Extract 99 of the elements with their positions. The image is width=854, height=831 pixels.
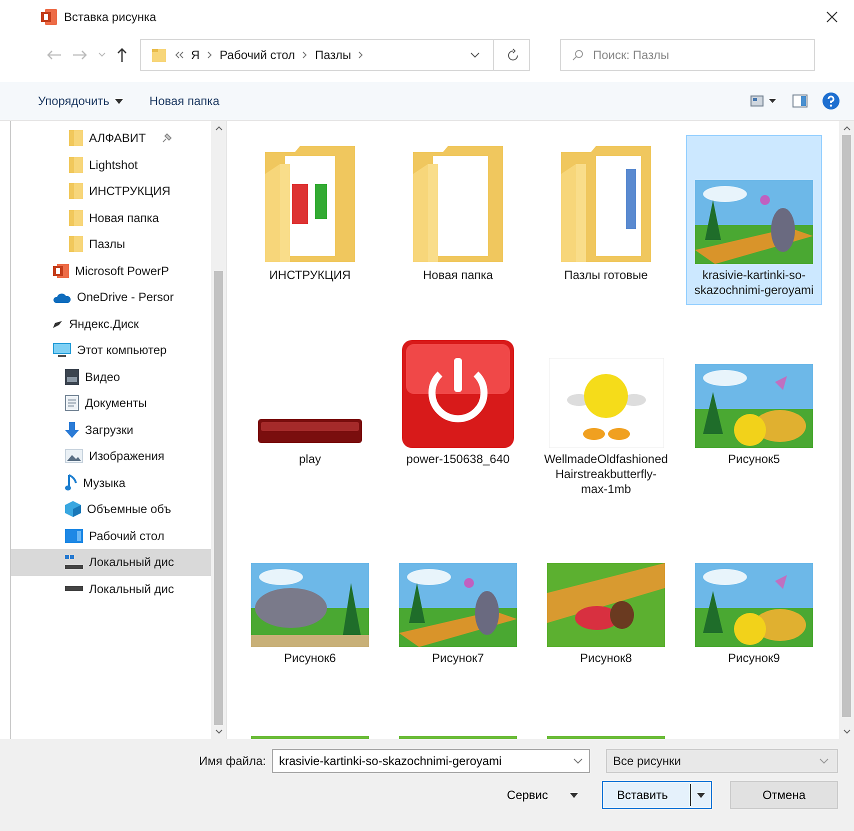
file-item[interactable]: Рисунок6 xyxy=(242,518,378,673)
folder-icon xyxy=(69,130,83,146)
file-name: WellmadeOldfashionedHairstreakbutterfly-max-1mb xyxy=(543,452,669,497)
download-arrow-icon xyxy=(65,422,79,438)
cancel-button[interactable]: Отмена xyxy=(730,781,838,809)
breadcrumb-item[interactable]: Пазлы xyxy=(315,48,352,62)
file-name: Рисунок8 xyxy=(579,651,633,666)
navigation-item[interactable]: Яндекс.Диск xyxy=(11,310,211,337)
file-item[interactable]: play xyxy=(242,319,378,504)
drive-icon xyxy=(65,555,83,570)
file-name: Новая папка xyxy=(422,268,494,283)
cloud-icon xyxy=(53,292,71,303)
navigation-item[interactable]: АЛФАВИТ xyxy=(11,125,211,152)
scroll-up-icon[interactable] xyxy=(214,125,222,131)
insert-button[interactable]: Вставить xyxy=(602,781,712,809)
file-name-label: Имя файла: xyxy=(199,754,266,768)
close-icon xyxy=(826,11,838,23)
folder-icon xyxy=(69,156,83,173)
file-name: krasivie-kartinki-so-skazochnimi-geroyami xyxy=(693,268,815,298)
dropdown-icon xyxy=(573,758,583,764)
breadcrumb-item[interactable]: Я xyxy=(191,48,200,62)
film-icon xyxy=(65,368,79,385)
monitor-icon xyxy=(53,342,71,358)
navigation-item[interactable]: Изображения xyxy=(11,443,211,470)
navigation-item[interactable]: Музыка xyxy=(11,470,211,496)
chevron-icon xyxy=(358,51,364,59)
breadcrumb-item[interactable]: Рабочий стол xyxy=(220,48,295,62)
navigation-item[interactable]: Рабочий стол xyxy=(11,522,211,549)
scroll-down-icon[interactable] xyxy=(842,729,850,735)
navigation-item[interactable]: Пазлы xyxy=(11,231,211,258)
folder-item[interactable]: ИНСТРУКЦИЯ xyxy=(242,135,378,305)
desktop-icon xyxy=(65,528,83,543)
file-name: Рисунок6 xyxy=(283,651,337,666)
navigation-item[interactable]: Microsoft PowerP xyxy=(11,258,211,284)
navigation-item[interactable]: Документы xyxy=(11,390,211,416)
search-field[interactable]: Поиск: Пазлы xyxy=(560,39,815,71)
navigation-item[interactable]: Видео xyxy=(11,364,211,390)
navigation-item[interactable]: Этот компьютер xyxy=(11,337,211,364)
navigation-item[interactable]: Lightshot xyxy=(11,152,211,178)
scroll-up-icon[interactable] xyxy=(842,125,850,131)
folder-item[interactable]: Новая папка xyxy=(390,135,526,305)
file-item[interactable]: WellmadeOldfashionedHairstreakbutterfly-max-1mb xyxy=(538,319,674,504)
pin-icon[interactable] xyxy=(162,133,172,144)
caret-icon xyxy=(115,98,124,104)
help-icon[interactable] xyxy=(822,92,840,110)
file-name: Пазлы готовые xyxy=(563,268,649,283)
file-name: power-150638_640 xyxy=(405,452,511,467)
drive-icon xyxy=(65,586,83,592)
folder-item[interactable]: Пазлы готовые xyxy=(538,135,674,305)
dropdown-icon[interactable] xyxy=(470,52,480,58)
dropdown-icon xyxy=(819,758,829,764)
navigation-item[interactable]: Объемные объ xyxy=(11,496,211,522)
caret-icon xyxy=(570,792,578,798)
scrollbar[interactable] xyxy=(211,121,226,739)
navigation-item[interactable]: Загрузки xyxy=(11,416,211,443)
refresh-icon[interactable] xyxy=(507,48,519,62)
up-arrow-icon[interactable] xyxy=(116,47,128,63)
navigation-item[interactable]: OneDrive - Persor xyxy=(11,284,211,310)
file-name: Рисунок9 xyxy=(727,651,781,666)
chevron-icon xyxy=(302,51,308,59)
tools-button[interactable]: Сервис xyxy=(500,784,584,806)
preview-pane-icon[interactable] xyxy=(792,94,808,108)
navigation-item[interactable]: ИНСТРУКЦИЯ xyxy=(11,178,211,204)
scrollbar[interactable] xyxy=(839,121,854,739)
navigation-item[interactable]: Локальный дис xyxy=(11,549,211,576)
window-title: Вставка рисунка xyxy=(64,10,156,24)
navigation-item[interactable]: Новая папка xyxy=(11,204,211,231)
chevron-icon xyxy=(206,51,213,59)
double-chevron-icon xyxy=(174,51,184,59)
navigation-item[interactable]: Локальный дис xyxy=(11,576,211,602)
folder-icon xyxy=(69,236,83,252)
file-item[interactable]: Рисунок8 xyxy=(538,518,674,673)
file-name-field[interactable]: krasivie-kartinki-so-skazochnimi-geroyami xyxy=(272,749,590,773)
cube-icon xyxy=(65,501,81,518)
new-folder-button[interactable]: Новая папка xyxy=(143,90,226,112)
file-name: play xyxy=(298,452,322,467)
file-item[interactable]: Рисунок9 xyxy=(686,518,822,673)
file-name: ИНСТРУКЦИЯ xyxy=(268,268,352,283)
address-bar[interactable]: Я Рабочий стол Пазлы xyxy=(140,39,530,71)
file-name: Рисунок5 xyxy=(727,452,781,467)
caret-icon xyxy=(697,792,705,798)
file-type-dropdown[interactable]: Все рисунки xyxy=(606,749,838,773)
document-icon xyxy=(65,395,79,412)
scroll-down-icon[interactable] xyxy=(214,729,222,735)
powerpoint-icon xyxy=(53,262,69,279)
folder-icon xyxy=(69,210,83,226)
file-item[interactable]: Рисунок5 xyxy=(686,319,822,504)
file-item[interactable]: krasivie-kartinki-so-skazochnimi-geroyami xyxy=(686,135,822,305)
folder-icon xyxy=(69,183,83,200)
organize-button[interactable]: Упорядочить xyxy=(32,90,130,112)
image-icon xyxy=(65,449,83,464)
file-item[interactable]: power-150638_640 xyxy=(390,319,526,504)
powerpoint-icon xyxy=(40,8,58,26)
search-icon xyxy=(572,49,584,61)
music-note-icon xyxy=(65,474,77,492)
file-item[interactable]: Рисунок7 xyxy=(390,518,526,673)
folder-icon xyxy=(151,47,167,63)
file-name: Рисунок7 xyxy=(431,651,485,666)
view-options-icon[interactable] xyxy=(750,94,778,108)
